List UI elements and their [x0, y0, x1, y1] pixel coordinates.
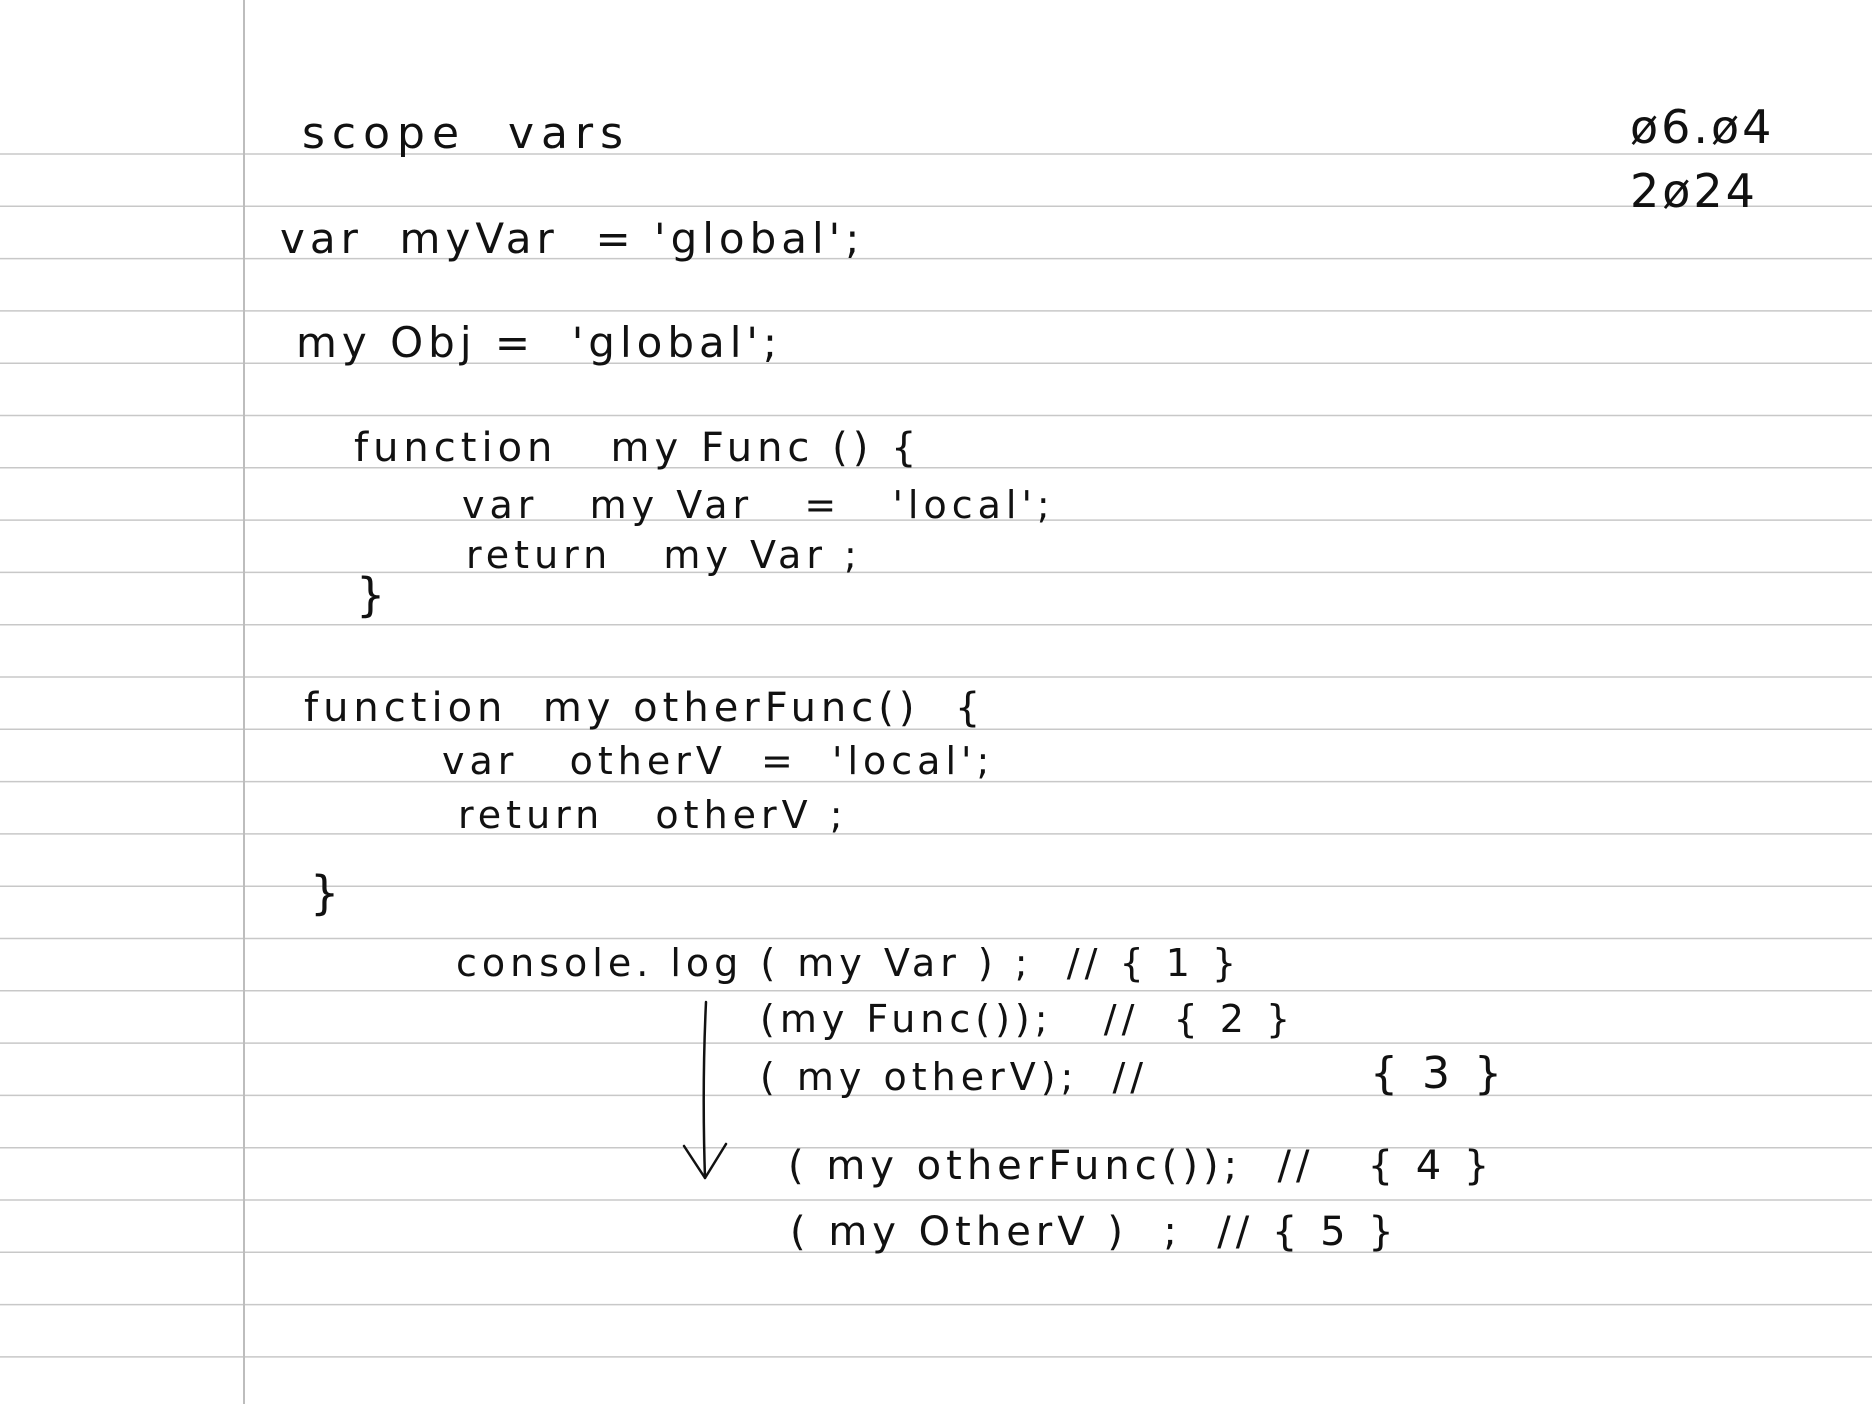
- code-line-5: return my Var ;: [466, 533, 862, 577]
- code-line-1: var myVar = 'global';: [280, 214, 865, 263]
- code-line-12: (my Func()); // { 2 }: [760, 997, 1296, 1041]
- notebook-page: scope vars ø6.ø4 2ø24 var myVar = 'globa…: [0, 0, 1872, 1404]
- date-line-1: ø6.ø4: [1630, 100, 1775, 154]
- code-line-13: ( my otherV); //: [760, 1055, 1149, 1099]
- code-line-7: function my otherFunc() {: [304, 685, 986, 731]
- code-line-6: }: [356, 568, 391, 622]
- code-line-3: function my Func () {: [354, 425, 922, 471]
- code-line-13-comment: { 3 }: [1370, 1048, 1507, 1099]
- code-line-15: ( my OtherV ) ; // { 5 }: [790, 1209, 1399, 1255]
- code-line-9: return otherV ;: [458, 793, 848, 837]
- code-line-2: my Obj = 'global';: [296, 318, 783, 367]
- code-line-14: ( my otherFunc()); // { 4 }: [788, 1143, 1495, 1189]
- code-line-10: }: [310, 866, 345, 920]
- code-line-4: var my Var = 'local';: [462, 483, 1055, 527]
- date-line-2: 2ø24: [1630, 164, 1758, 218]
- down-arrow-icon: [682, 1000, 728, 1180]
- code-line-11: console. log ( my Var ) ; // { 1 }: [456, 941, 1242, 985]
- page-title: scope vars: [302, 108, 631, 159]
- code-line-8: var otherV = 'local';: [442, 739, 995, 783]
